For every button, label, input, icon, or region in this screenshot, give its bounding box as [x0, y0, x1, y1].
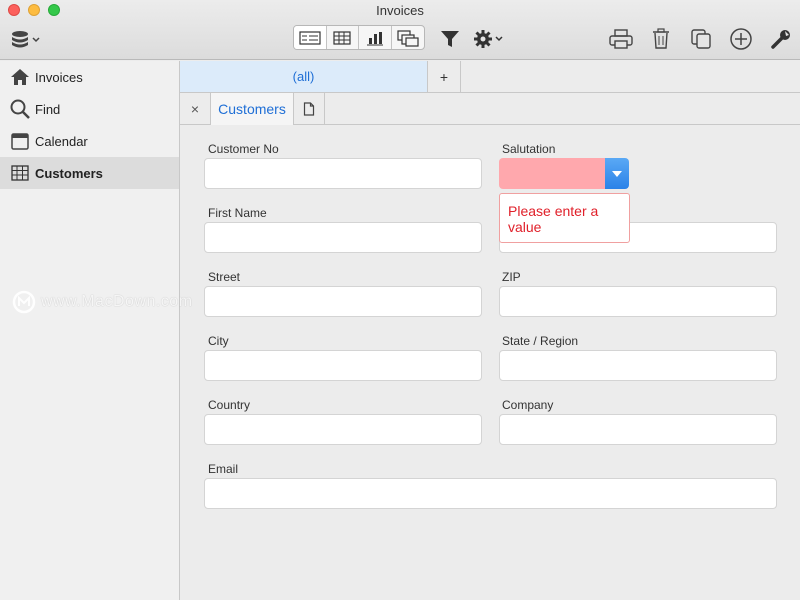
print-layout-view-button[interactable]: [392, 26, 424, 49]
duplicate-icon: [691, 29, 711, 49]
company-field[interactable]: [499, 414, 777, 445]
sidebar-item-label: Find: [35, 101, 61, 117]
sidebar-item-customers[interactable]: Customers: [0, 157, 179, 189]
table-view-icon: [333, 30, 351, 45]
first-name-label: First Name: [208, 206, 267, 220]
first-name-field[interactable]: [204, 222, 482, 253]
macdown-logo-icon: [12, 290, 36, 314]
database-menu-icon: [12, 31, 40, 48]
window-title: Invoices: [376, 3, 424, 18]
table-icon: [10, 163, 30, 183]
filter-button[interactable]: [438, 26, 462, 52]
tools-button[interactable]: [770, 26, 792, 52]
customer-form: Customer No Salutation First Name Street…: [180, 125, 800, 600]
add-record-button[interactable]: [728, 26, 754, 52]
calendar-icon: [10, 131, 30, 151]
watermark: www.MacDown.com: [12, 290, 193, 314]
search-icon: [10, 99, 30, 119]
add-filter-button[interactable]: +: [428, 61, 461, 92]
chart-view-icon: [366, 31, 383, 45]
email-label: Email: [208, 462, 239, 476]
state-region-field[interactable]: [499, 350, 777, 381]
print-layout-view-icon: [397, 29, 419, 47]
add-icon: [730, 28, 752, 50]
sidebar-item-label: Calendar: [35, 133, 88, 149]
document-tab-bar: × Customers: [180, 93, 800, 125]
home-icon: [10, 67, 30, 87]
salutation-value: [499, 158, 605, 189]
watermark-text: www.MacDown.com: [41, 293, 193, 310]
chevron-down-icon: [605, 158, 629, 189]
document-icon: [303, 101, 315, 116]
print-button[interactable]: [607, 26, 635, 52]
form-view-button[interactable]: [294, 26, 327, 49]
filter-icon: [441, 31, 459, 47]
sidebar-item-label: Invoices: [35, 69, 83, 85]
settings-menu-button[interactable]: [472, 26, 506, 52]
filter-tab-bar: (all) +: [180, 61, 800, 93]
sidebar-item-label: Customers: [35, 165, 103, 181]
sidebar: Invoices Find Calendar Customers: [0, 61, 180, 600]
street-label: Street: [208, 270, 241, 284]
delete-button[interactable]: [650, 26, 672, 52]
city-label: City: [208, 334, 229, 348]
validation-error-tooltip: Please enter a value: [499, 193, 630, 243]
chart-view-button[interactable]: [359, 26, 392, 49]
company-label: Company: [502, 398, 554, 412]
city-field[interactable]: [204, 350, 482, 381]
new-document-button[interactable]: [294, 93, 325, 124]
form-view-icon: [299, 30, 321, 45]
wrench-icon: [771, 30, 790, 49]
email-field[interactable]: [204, 478, 777, 509]
tab-customers[interactable]: Customers: [211, 93, 294, 125]
close-tab-button[interactable]: ×: [180, 93, 211, 124]
sidebar-item-calendar[interactable]: Calendar: [0, 125, 179, 157]
country-label: Country: [208, 398, 251, 412]
database-menu-button[interactable]: [10, 30, 44, 50]
state-region-label: State / Region: [502, 334, 579, 348]
gear-icon: [474, 30, 503, 48]
sidebar-item-find[interactable]: Find: [0, 93, 179, 125]
street-field[interactable]: [204, 286, 482, 317]
view-mode-segmented-control: [293, 25, 425, 50]
country-field[interactable]: [204, 414, 482, 445]
sidebar-item-invoices[interactable]: Invoices: [0, 61, 179, 93]
salutation-select[interactable]: [499, 158, 629, 189]
salutation-label: Salutation: [502, 142, 556, 156]
trash-icon: [653, 28, 669, 49]
customer-no-label: Customer No: [208, 142, 279, 156]
table-view-button[interactable]: [327, 26, 359, 49]
zip-field[interactable]: [499, 286, 777, 317]
filter-tab-all[interactable]: (all): [180, 61, 428, 92]
duplicate-button[interactable]: [689, 26, 713, 52]
title-bar: Invoices: [0, 0, 800, 60]
customer-no-field[interactable]: [204, 158, 482, 189]
zip-label: ZIP: [502, 270, 521, 284]
print-icon: [609, 29, 633, 49]
